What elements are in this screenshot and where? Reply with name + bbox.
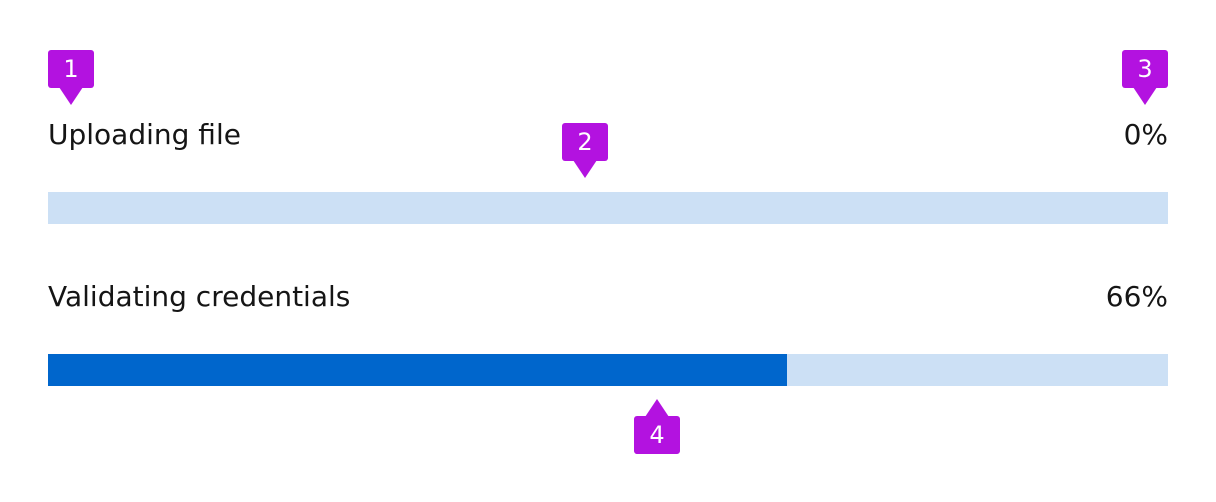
- progress-title: Uploading file: [48, 118, 241, 151]
- callout-arrow-down-icon: [1133, 87, 1157, 105]
- callout-number: 4: [634, 416, 680, 454]
- callout-marker-4: 4: [634, 399, 680, 454]
- progress-title: Validating credentials: [48, 280, 351, 313]
- callout-marker-1: 1: [48, 50, 94, 105]
- callout-number: 3: [1122, 50, 1168, 88]
- callout-arrow-down-icon: [59, 87, 83, 105]
- progress-value-label: 66%: [1105, 280, 1168, 313]
- callout-marker-2: 2: [562, 123, 608, 178]
- progress-value-label: 0%: [1123, 118, 1168, 151]
- callout-number: 2: [562, 123, 608, 161]
- callout-number: 1: [48, 50, 94, 88]
- callout-arrow-up-icon: [645, 399, 669, 417]
- callout-arrow-down-icon: [573, 160, 597, 178]
- progress-track: [48, 192, 1168, 224]
- progress-fill: [48, 354, 788, 386]
- progress-track: [48, 354, 1168, 386]
- callout-marker-3: 3: [1122, 50, 1168, 105]
